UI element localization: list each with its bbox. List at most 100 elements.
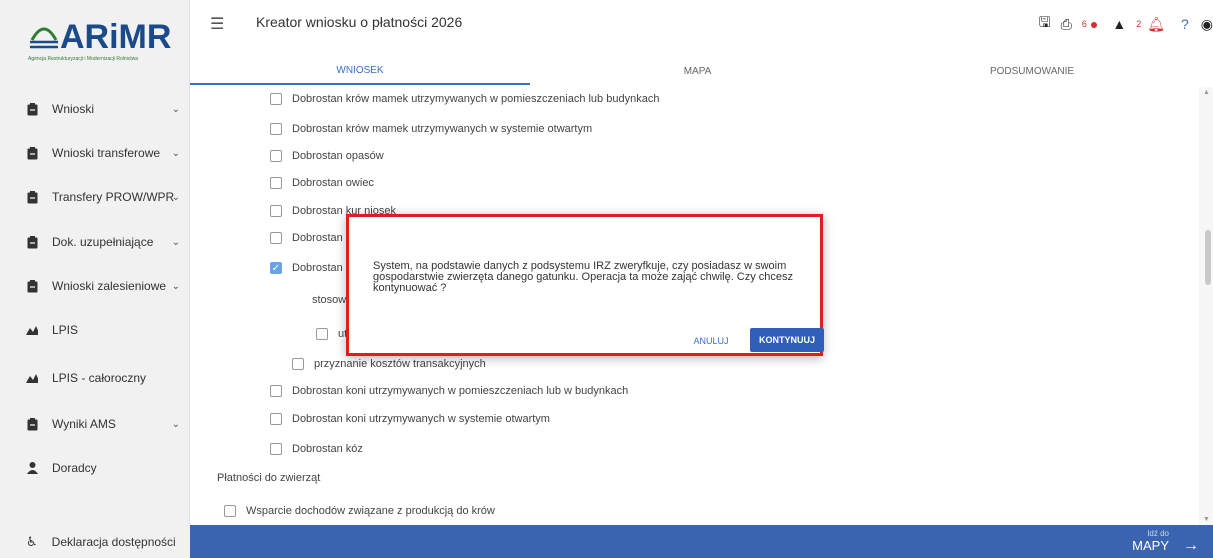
clipboard-icon [26, 279, 38, 293]
checkbox[interactable] [270, 205, 282, 217]
section-heading-text: Płatności do zwierząt [217, 472, 321, 484]
next-step-label: MAPY [1132, 538, 1169, 553]
checkbox-label: Dobrostan krów mamek utrzymywanych w pom… [292, 93, 660, 105]
checkbox-row[interactable]: Dobrostan owiec [270, 177, 374, 189]
checkbox-row[interactable]: Dobrostan opasów [270, 150, 384, 162]
user-icon[interactable]: ◉ [1201, 16, 1213, 33]
accessibility-label: Deklaracja dostępności [51, 534, 176, 549]
next-step-button[interactable]: Idź do MAPY → [1119, 527, 1199, 557]
cancel-button[interactable]: ANULUJ [691, 331, 731, 351]
clipboard-icon [26, 102, 38, 116]
sidebar-item-label: Doradcy [52, 461, 97, 475]
chevron-down-icon: ⌄ [171, 280, 180, 292]
clipboard-icon [26, 190, 38, 204]
checkbox[interactable] [270, 177, 282, 189]
topbar-actions: 🖫 ⎙ 6 ● ▲ 2 🔔︎ ? ◉ [1029, 12, 1213, 36]
checkbox[interactable] [270, 150, 282, 162]
mountain-icon [26, 323, 38, 337]
checkbox[interactable] [270, 232, 282, 244]
checkbox[interactable] [270, 413, 282, 425]
sidebar-item-dok-uzupelniajace[interactable]: Dok. uzupełniające ⌄ [0, 224, 190, 260]
page-title: Kreator wniosku o płatności 2026 [256, 14, 463, 30]
tab-wniosek[interactable]: WNIOSEK [190, 57, 530, 85]
tab-podsumowanie[interactable]: PODSUMOWANIE [865, 57, 1199, 85]
sidebar-item-lpis[interactable]: LPIS [0, 312, 190, 348]
warning-count: 2 [1136, 19, 1142, 29]
confirm-dialog: System, na podstawie danych z podsystemu… [346, 214, 824, 356]
checkbox[interactable] [292, 358, 304, 370]
print-icon[interactable]: ⎙ [1061, 16, 1072, 33]
arrow-right-icon: → [1183, 537, 1199, 554]
help-icon[interactable]: ? [1181, 16, 1189, 32]
chevron-down-icon: ⌄ [171, 103, 180, 115]
sidebar-item-wnioski[interactable]: Wnioski ⌄ [0, 91, 190, 127]
scrollbar[interactable]: ▲ ▼ [1199, 87, 1213, 525]
clipboard-icon [26, 146, 38, 160]
checkbox-label: Wsparcie dochodów związane z produkcją d… [246, 505, 495, 517]
sidebar-item-label: LPIS - całoroczny [52, 371, 147, 385]
tab-bar: WNIOSEK MAPA PODSUMOWANIE [190, 57, 1199, 85]
checkbox-label: Dobrostan koni utrzymywanych w pomieszcz… [292, 385, 629, 397]
topbar: ☰ Kreator wniosku o płatności 2026 🖫 ⎙ 6… [190, 0, 1213, 48]
logo-text: ARiMR [60, 18, 172, 56]
scrollbar-thumb[interactable] [1205, 230, 1211, 285]
continue-button[interactable]: KONTYNUUJ [750, 328, 824, 352]
chevron-down-icon: ⌄ [171, 147, 180, 159]
checkbox[interactable] [270, 93, 282, 105]
sidebar-item-label: Transfery PROW/WPR [52, 190, 175, 204]
checkbox-label: Dobrostan owiec [292, 177, 374, 189]
scroll-down-icon[interactable]: ▼ [1203, 516, 1210, 523]
sidebar-item-label: Wnioski transferowe [52, 146, 161, 160]
sidebar-item-transfery[interactable]: Transfery PROW/WPR ⌄ [0, 179, 190, 215]
checkbox-label: Dobrostan krów mamek utrzymywanych w sys… [292, 123, 593, 135]
checkbox-label: przyznanie kosztów transakcyjnych [314, 358, 486, 370]
sidebar-item-label: LPIS [52, 323, 79, 337]
checkbox-row[interactable]: Dobrostan kóz [270, 443, 363, 455]
bottom-bar: Idź do MAPY → [190, 525, 1213, 558]
checkbox-row[interactable]: przyznanie kosztów transakcyjnych [292, 358, 486, 370]
bell-icon[interactable]: 🔔︎ [1147, 16, 1165, 33]
dialog-message: System, na podstawie danych z podsystemu… [373, 260, 794, 294]
checkbox[interactable] [316, 328, 328, 340]
arimr-logo[interactable]: ARiMR Agencja Restrukturyzacji i Moderni… [0, 0, 190, 80]
person-icon [26, 461, 38, 475]
logo-subtitle: Agencja Restrukturyzacji i Modernizacji … [28, 56, 139, 62]
next-step-small-label: Idź do [1147, 529, 1169, 538]
checkbox[interactable] [270, 385, 282, 397]
checkbox-checked[interactable]: ✓ [270, 262, 282, 274]
checkbox-row[interactable]: Dobrostan koni utrzymywanych w pomieszcz… [270, 385, 628, 397]
chevron-down-icon: ⌄ [171, 236, 180, 248]
chevron-down-icon: ⌄ [171, 418, 180, 430]
checkbox-label: Dobrostan koni utrzymywanych w systemie … [292, 413, 550, 425]
sidebar-item-label: Dok. uzupełniające [52, 235, 154, 249]
clipboard-icon [26, 235, 38, 249]
sidebar-item-label: Wnioski [52, 102, 95, 116]
error-count: 6 [1081, 19, 1087, 29]
checkbox[interactable] [270, 123, 282, 135]
sidebar-item-wnioski-transferowe[interactable]: Wnioski transferowe ⌄ [0, 135, 190, 171]
scroll-up-icon[interactable]: ▲ [1203, 89, 1210, 96]
sidebar-item-wnioski-zalesieniowe[interactable]: Wnioski zalesieniowe ⌄ [0, 268, 190, 304]
sidebar-item-lpis-caloroczny[interactable]: LPIS - całoroczny [0, 360, 190, 396]
checkbox-label: Dobrostan opasów [292, 150, 384, 162]
sidebar-item-doradcy[interactable]: Doradcy [0, 450, 190, 486]
checkbox-row[interactable]: Dobrostan krów mamek utrzymywanych w sys… [270, 123, 592, 135]
mountain-icon [26, 371, 38, 385]
save-icon[interactable]: 🖫 [1039, 12, 1051, 36]
warning-icon[interactable]: ▲ [1112, 16, 1126, 32]
hamburger-menu-icon[interactable]: ☰ [210, 14, 224, 34]
checkbox-row[interactable]: Dobrostan krów mamek utrzymywanych w pom… [270, 93, 659, 105]
checkbox-row[interactable]: Dobrostan koni utrzymywanych w systemie … [270, 413, 550, 425]
checkbox[interactable] [224, 505, 236, 517]
checkbox-row[interactable]: Wsparcie dochodów związane z produkcją d… [224, 505, 495, 517]
checkbox[interactable] [270, 443, 282, 455]
error-icon[interactable]: ● [1090, 16, 1098, 32]
sidebar-item-label: Wnioski zalesieniowe [52, 279, 167, 293]
checkbox-label: Dobrostan kóz [292, 443, 363, 455]
logo-mark-icon [30, 27, 58, 49]
sidebar-item-label: Wyniki AMS [52, 417, 116, 431]
sidebar-item-wyniki-ams[interactable]: Wyniki AMS ⌄ [0, 406, 190, 442]
tab-mapa[interactable]: MAPA [530, 57, 865, 85]
accessibility-link[interactable]: ♿ Deklaracja dostępności [0, 525, 190, 558]
chevron-down-icon: ⌄ [171, 191, 180, 203]
